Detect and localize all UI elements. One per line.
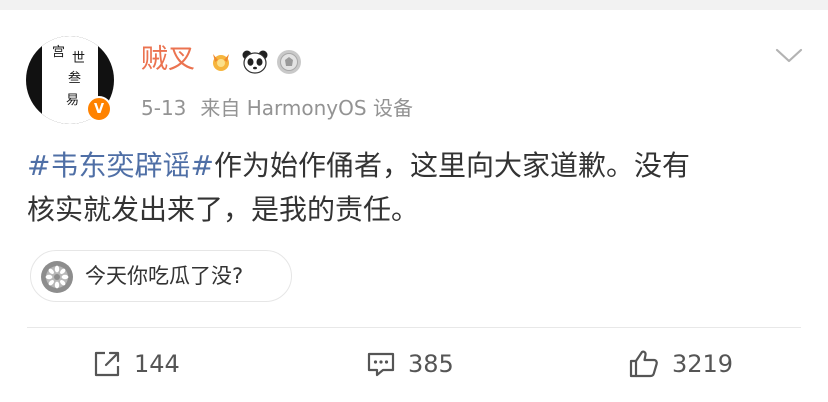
comment-count: 385 [408, 350, 454, 378]
topic-chip-label: 今天你吃瓜了没? [85, 264, 244, 288]
post-text-line1: 作为始作俑者，这里向大家道歉。没有 [213, 149, 690, 182]
verified-badge-icon: V [86, 96, 112, 122]
thumbs-up-icon [629, 350, 658, 378]
post-content: #韦东奕辟谣#作为始作俑者，这里向大家道歉。没有 核实就发出来了，是我的责任。 [27, 144, 807, 232]
golden-flower-badge-icon[interactable] [207, 48, 235, 76]
panda-badge-icon[interactable] [241, 48, 269, 76]
repost-button[interactable]: 144 [92, 344, 180, 384]
like-count: 3219 [672, 350, 734, 378]
hashtag-link[interactable]: #韦东奕辟谣# [27, 149, 214, 182]
repost-icon [94, 351, 120, 377]
comment-icon [367, 352, 395, 377]
silver-medal-badge-icon[interactable] [275, 48, 303, 76]
post-text-line2: 核实就发出来了，是我的责任。 [27, 193, 420, 226]
topic-chip[interactable]: 今天你吃瓜了没? [30, 250, 292, 302]
post-meta: 5-13 来自 HarmonyOS 设备 [141, 95, 413, 121]
chevron-down-icon[interactable] [774, 46, 804, 66]
post-source[interactable]: 来自 HarmonyOS 设备 [200, 96, 413, 120]
melon-slice-icon [41, 261, 73, 293]
like-button[interactable]: 3219 [628, 344, 733, 384]
top-separator [0, 0, 828, 10]
divider [27, 327, 801, 328]
user-badges [207, 48, 303, 76]
post-date: 5-13 [141, 96, 187, 120]
comment-button[interactable]: 385 [366, 344, 454, 384]
username[interactable]: 贼叉 [141, 44, 195, 76]
repost-count: 144 [134, 350, 180, 378]
